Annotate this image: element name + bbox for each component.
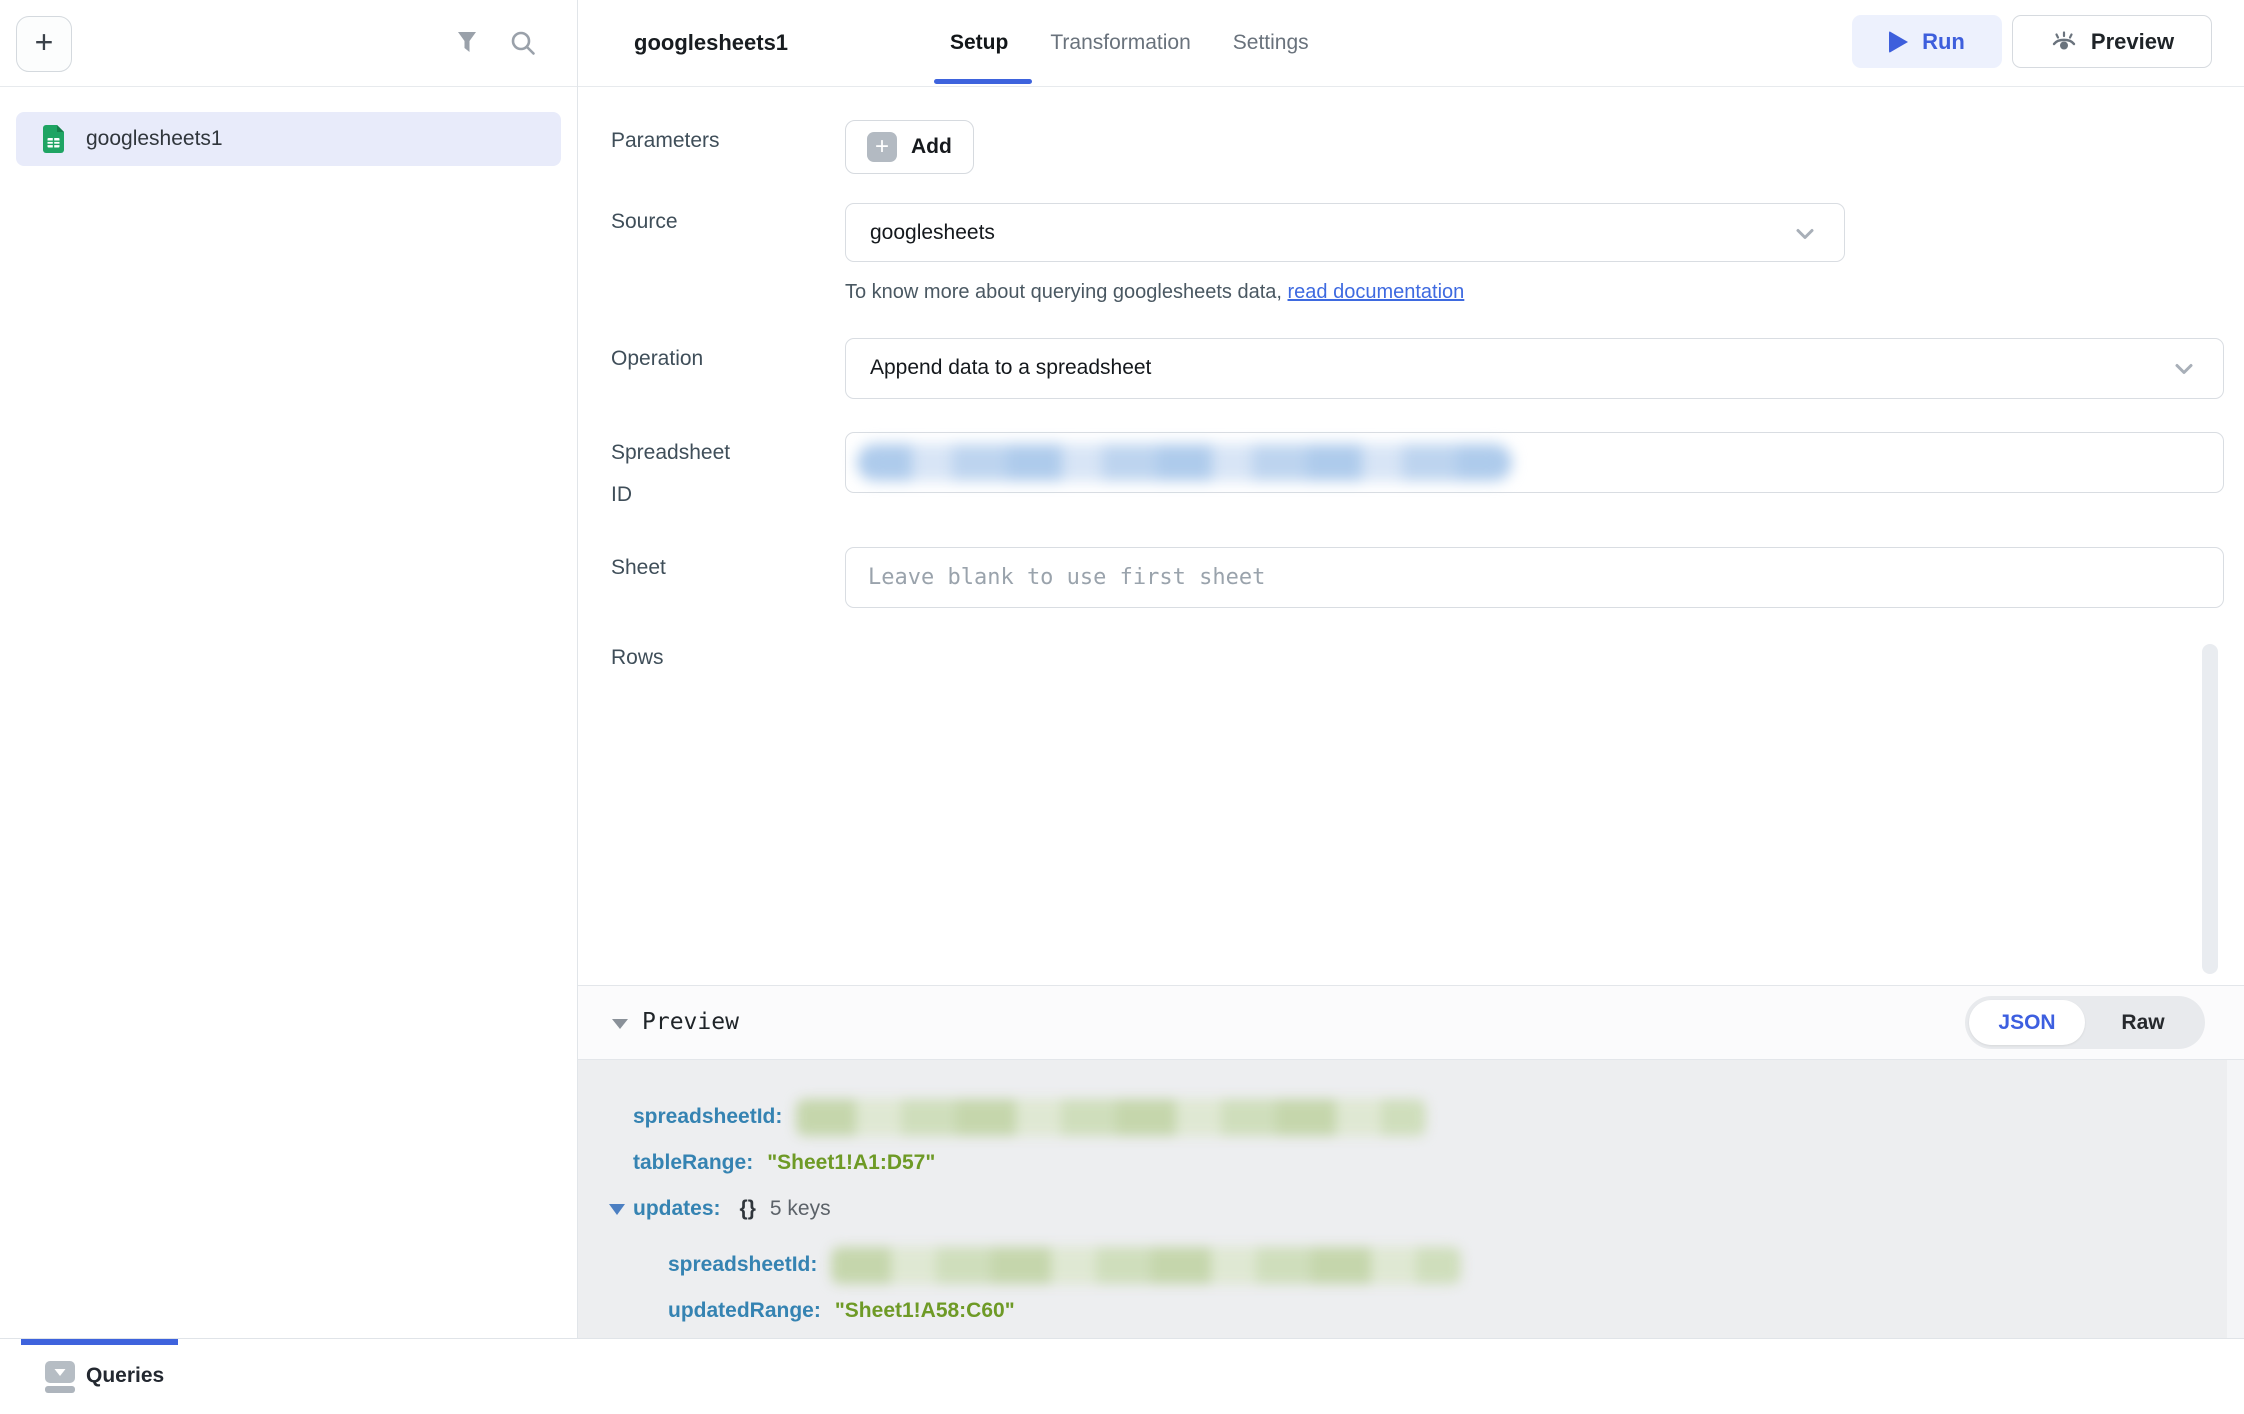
query-list-sidebar: + googlesheets1	[0, 0, 578, 1338]
parameters-label: Parameters	[611, 120, 741, 162]
query-item-label: googlesheets1	[86, 127, 223, 151]
preview-entry: updates: {} 5 keys	[633, 1186, 2244, 1232]
preview-entry: spreadsheetId:	[633, 1094, 2244, 1140]
sheet-input[interactable]	[846, 548, 2223, 607]
preview-entry: tableRange: "Sheet1!A1:D57"	[633, 1140, 2244, 1186]
operation-label: Operation	[611, 338, 741, 380]
spreadsheet-id-input[interactable]	[845, 432, 2224, 493]
preview-key: updates:	[633, 1197, 721, 1221]
operation-value: Append data to a spreadsheet	[870, 339, 1151, 397]
collapse-caret-icon[interactable]	[612, 1019, 628, 1029]
active-tab-indicator	[934, 79, 1032, 84]
preview-entry: spreadsheetId:	[633, 1242, 2244, 1288]
add-parameter-button[interactable]: + Add	[845, 120, 974, 174]
spreadsheet-id-label: Spreadsheet ID	[611, 432, 741, 516]
query-title: googlesheets1	[634, 0, 788, 86]
source-helper-text: To know more about querying googlesheets…	[845, 281, 1464, 304]
queries-tab-label[interactable]: Queries	[86, 1339, 164, 1413]
redacted-spreadsheet-id	[857, 444, 1512, 481]
object-braces: {}	[740, 1197, 756, 1221]
rows-editor-wrap: 12345678910 [ { "name": "John", "email":…	[845, 636, 2224, 985]
add-query-button[interactable]: +	[16, 16, 72, 72]
search-icon[interactable]	[508, 28, 538, 58]
preview-title: Preview	[642, 986, 739, 1059]
preview-json-tree: spreadsheetId: tableRange: "Sheet1!A1:D57"…	[578, 1060, 2244, 1338]
source-label: Source	[611, 201, 741, 243]
source-select[interactable]: googlesheets	[845, 203, 1845, 262]
preview-string-value: "Sheet1!A58:C60"	[835, 1299, 1015, 1323]
bottom-panel-bar: Queries	[0, 1338, 2244, 1414]
source-value: googlesheets	[870, 204, 995, 262]
toggle-raw[interactable]: Raw	[2085, 1011, 2201, 1035]
preview-entry: updatedRange: "Sheet1!A58:C60"	[633, 1288, 2244, 1334]
preview-header-bar: Preview JSON Raw	[578, 985, 2244, 1060]
plus-icon: +	[867, 132, 897, 162]
expand-caret-icon[interactable]	[609, 1204, 625, 1215]
play-icon	[1889, 31, 1908, 53]
query-list-item-googlesheets1[interactable]: googlesheets1	[16, 112, 561, 166]
tab-settings[interactable]: Settings	[1233, 31, 1309, 55]
preview-key: tableRange:	[633, 1151, 753, 1175]
google-sheets-icon	[43, 125, 64, 153]
read-documentation-link[interactable]: read documentation	[1288, 281, 1465, 303]
chevron-down-icon	[2171, 356, 2197, 382]
preview-scroll-gutter	[2227, 1060, 2244, 1338]
tab-setup[interactable]: Setup	[950, 31, 1008, 55]
redacted-value	[831, 1247, 1461, 1284]
query-header: googlesheets1 Setup Transformation Setti…	[578, 0, 2244, 87]
toggle-json[interactable]: JSON	[1969, 1000, 2085, 1045]
redacted-value	[796, 1099, 1426, 1136]
sidebar-toolbar: +	[0, 0, 577, 87]
preview-button[interactable]: Preview	[2012, 15, 2212, 68]
queries-panel-icon	[44, 1360, 76, 1394]
preview-key: spreadsheetId:	[668, 1253, 817, 1277]
editor-scrollbar[interactable]	[2202, 644, 2218, 974]
operation-select[interactable]: Append data to a spreadsheet	[845, 338, 2224, 399]
eye-icon	[2050, 28, 2078, 56]
query-tabs: Setup Transformation Settings	[950, 0, 1309, 86]
preview-key: spreadsheetId:	[633, 1105, 782, 1129]
object-key-count: 5 keys	[770, 1197, 831, 1221]
sheet-label: Sheet	[611, 547, 741, 589]
filter-icon[interactable]	[453, 28, 481, 56]
preview-format-toggle: JSON Raw	[1965, 996, 2205, 1049]
sheet-field	[845, 547, 2224, 608]
rows-label: Rows	[611, 637, 741, 679]
run-button[interactable]: Run	[1852, 15, 2002, 68]
preview-key: updatedRange:	[668, 1299, 821, 1323]
preview-string-value: "Sheet1!A1:D57"	[767, 1151, 935, 1175]
query-editor-screen: + googlesheets1 googlesheets1	[0, 0, 2244, 1414]
query-editor-main: googlesheets1 Setup Transformation Setti…	[578, 0, 2244, 1338]
chevron-down-icon	[1792, 221, 1818, 247]
tab-transformation[interactable]: Transformation	[1050, 31, 1190, 55]
